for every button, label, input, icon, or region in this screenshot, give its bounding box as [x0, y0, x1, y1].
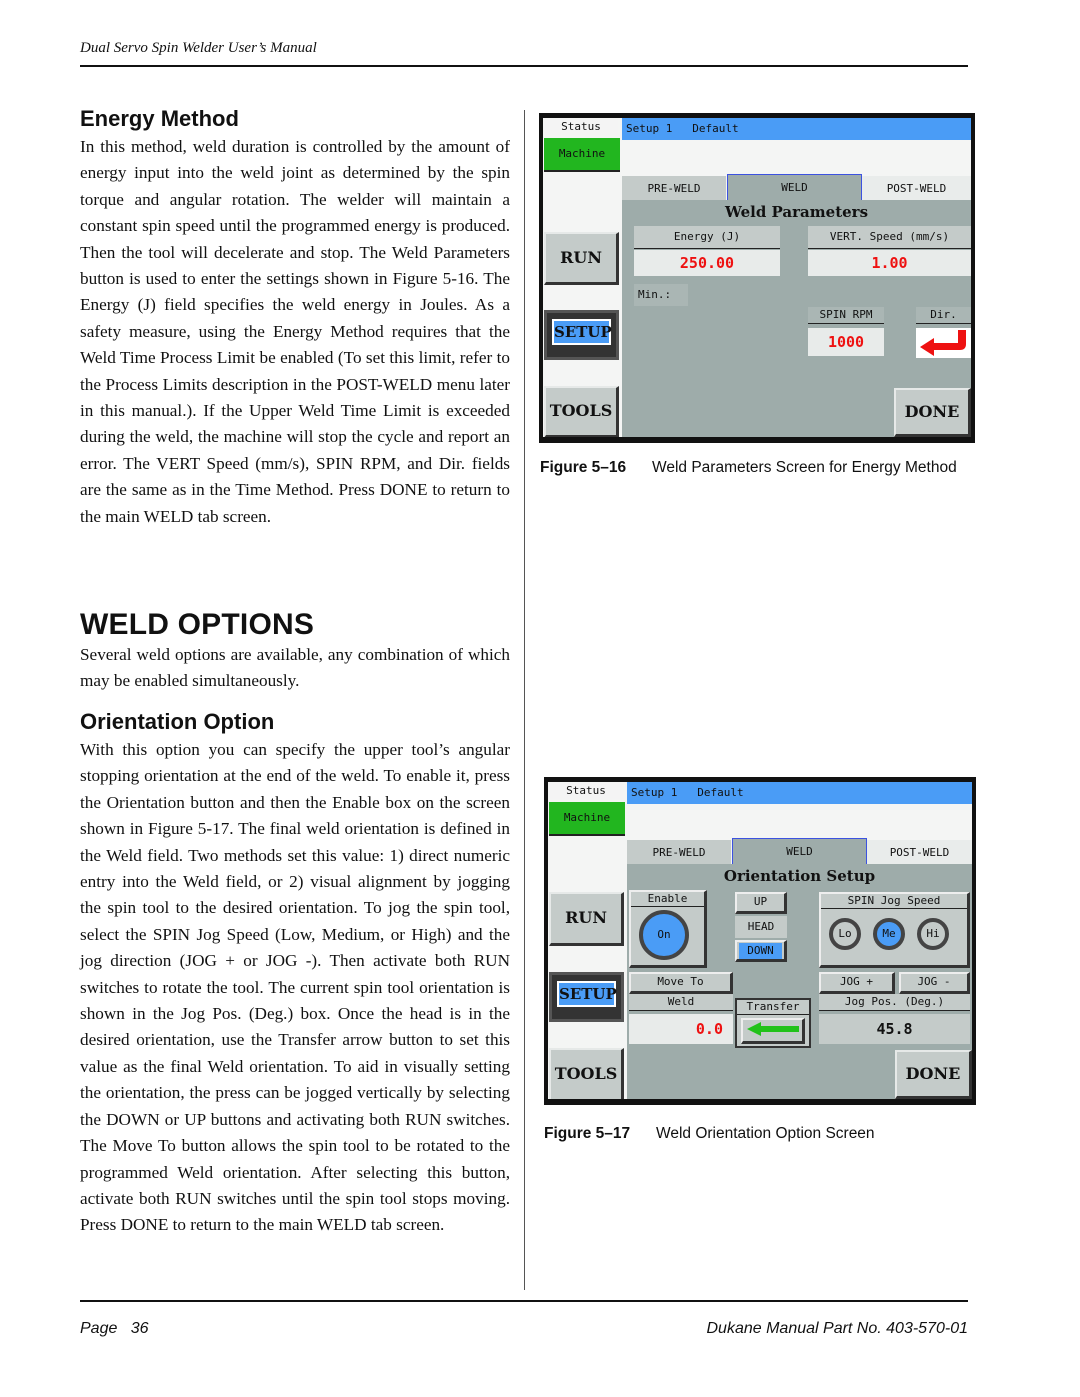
spin-jog-speed-group: SPIN Jog Speed Lo Me Hi	[819, 892, 970, 968]
transfer-arrow-button[interactable]	[741, 1018, 805, 1044]
energy-label: Energy (J)	[634, 226, 780, 249]
figure-label: Figure 5–16	[540, 459, 627, 476]
setup-title-bar: Setup 1 Default	[627, 782, 972, 804]
energy-method-heading: Energy Method	[80, 106, 239, 131]
weld-options-paragraph: Several weld options are available, any …	[80, 645, 510, 691]
jog-plus-button[interactable]: JOG +	[819, 972, 895, 994]
enable-label: Enable	[631, 892, 704, 907]
min-label: Min.:	[634, 284, 688, 306]
direction-button[interactable]	[916, 328, 971, 358]
vert-speed-label: VERT. Speed (mm/s)	[808, 226, 971, 249]
jog-speed-me[interactable]: Me	[873, 918, 905, 950]
run-button[interactable]: RUN	[544, 232, 619, 285]
machine-button[interactable]: Machine	[549, 802, 625, 836]
enable-group: Enable On	[629, 890, 707, 968]
jog-pos-value: 45.8	[819, 1014, 970, 1044]
manual-part-number: Dukane Manual Part No. 403-570-01	[706, 1320, 969, 1337]
dir-label: Dir.	[916, 307, 971, 324]
setup-button-label: SETUP	[552, 319, 612, 345]
footer-rule	[80, 1300, 968, 1302]
done-button[interactable]: DONE	[895, 1050, 972, 1099]
jog-pos-label: Jog Pos. (Deg.)	[819, 994, 970, 1011]
figure-5-17-screen: Status Machine RUN SETUP TOOLS Setup 1 D…	[544, 777, 976, 1105]
weld-label: Weld	[629, 994, 733, 1011]
tab-weld[interactable]: WELD	[732, 838, 867, 865]
setup-button[interactable]: SETUP	[549, 972, 624, 1022]
setup-title-bar: Setup 1 Default	[622, 118, 971, 140]
panel-title: Weld Parameters	[724, 203, 869, 221]
head-down-button[interactable]: DOWN	[735, 940, 787, 962]
figure-caption-text: Weld Orientation Option Screen	[656, 1125, 875, 1142]
enable-on-button[interactable]: On	[639, 910, 689, 960]
column-divider	[524, 110, 525, 1290]
jog-minus-button[interactable]: JOG -	[899, 972, 970, 994]
jog-speed-lo[interactable]: Lo	[829, 918, 861, 950]
header-rule	[80, 65, 968, 67]
tab-pre-weld[interactable]: PRE-WELD	[622, 176, 726, 201]
running-header: Dual Servo Spin Welder User’s Manual	[80, 40, 317, 56]
run-button[interactable]: RUN	[549, 892, 624, 946]
tab-post-weld[interactable]: POST-WELD	[862, 176, 971, 201]
orientation-setup-panel: Orientation Setup Enable On UP HEAD DOWN…	[627, 864, 972, 1099]
energy-method-paragraph: In this method, weld duration is control…	[80, 137, 510, 526]
orientation-option-heading: Orientation Option	[80, 709, 275, 734]
vert-speed-value-field[interactable]: 1.00	[808, 250, 971, 276]
panel-title: Orientation Setup	[723, 867, 876, 885]
transfer-label: Transfer	[737, 1000, 809, 1015]
head-label: HEAD	[735, 916, 787, 938]
status-label[interactable]: Status	[544, 119, 618, 135]
transfer-group: Transfer	[735, 998, 811, 1048]
spin-jog-speed-label: SPIN Jog Speed	[821, 894, 967, 909]
left-button-column: Status Machine RUN SETUP TOOLS	[543, 118, 621, 437]
tab-pre-weld[interactable]: PRE-WELD	[627, 840, 731, 865]
machine-button[interactable]: Machine	[544, 138, 620, 172]
tools-button[interactable]: TOOLS	[549, 1048, 624, 1099]
move-to-button[interactable]: Move To	[629, 972, 733, 994]
status-label[interactable]: Status	[549, 783, 623, 799]
spin-rpm-value-field[interactable]: 1000	[808, 328, 884, 356]
figure-caption-text: Weld Parameters Screen for Energy Method	[652, 459, 957, 476]
orientation-option-paragraph: With this option you can specify the upp…	[80, 740, 510, 1235]
weld-orientation-field[interactable]: 0.0	[629, 1014, 733, 1044]
setup-button[interactable]: SETUP	[544, 310, 619, 360]
tab-post-weld[interactable]: POST-WELD	[867, 840, 972, 865]
jog-speed-hi[interactable]: Hi	[917, 918, 949, 950]
weld-options-heading: WELD OPTIONS	[80, 608, 315, 641]
tools-button[interactable]: TOOLS	[544, 386, 619, 437]
setup-button-label: SETUP	[557, 981, 617, 1007]
done-button[interactable]: DONE	[894, 388, 971, 437]
left-button-column: Status Machine RUN SETUP TOOLS	[548, 782, 626, 1099]
curved-arrow-left-icon	[920, 330, 966, 356]
figure-5-16-caption: Figure 5–16 Weld Parameters Screen for En…	[540, 458, 970, 477]
arrow-left-icon	[746, 1022, 799, 1036]
tab-bar: PRE-WELD WELD POST-WELD	[627, 838, 972, 865]
spin-rpm-label: SPIN RPM	[808, 307, 884, 324]
figure-5-17-caption: Figure 5–17 Weld Orientation Option Scree…	[544, 1124, 974, 1143]
tab-weld[interactable]: WELD	[727, 174, 862, 201]
down-label: DOWN	[739, 943, 782, 959]
figure-label: Figure 5–17	[544, 1125, 631, 1142]
page-number: Page 36	[80, 1320, 149, 1337]
tab-bar: PRE-WELD WELD POST-WELD	[622, 174, 971, 201]
energy-value-field[interactable]: 250.00	[634, 250, 780, 276]
figure-5-16-screen: Status Machine RUN SETUP TOOLS Setup 1 D…	[539, 113, 975, 443]
weld-parameters-panel: Weld Parameters Energy (J) 250.00 VERT. …	[622, 200, 971, 437]
head-up-button[interactable]: UP	[735, 892, 787, 914]
